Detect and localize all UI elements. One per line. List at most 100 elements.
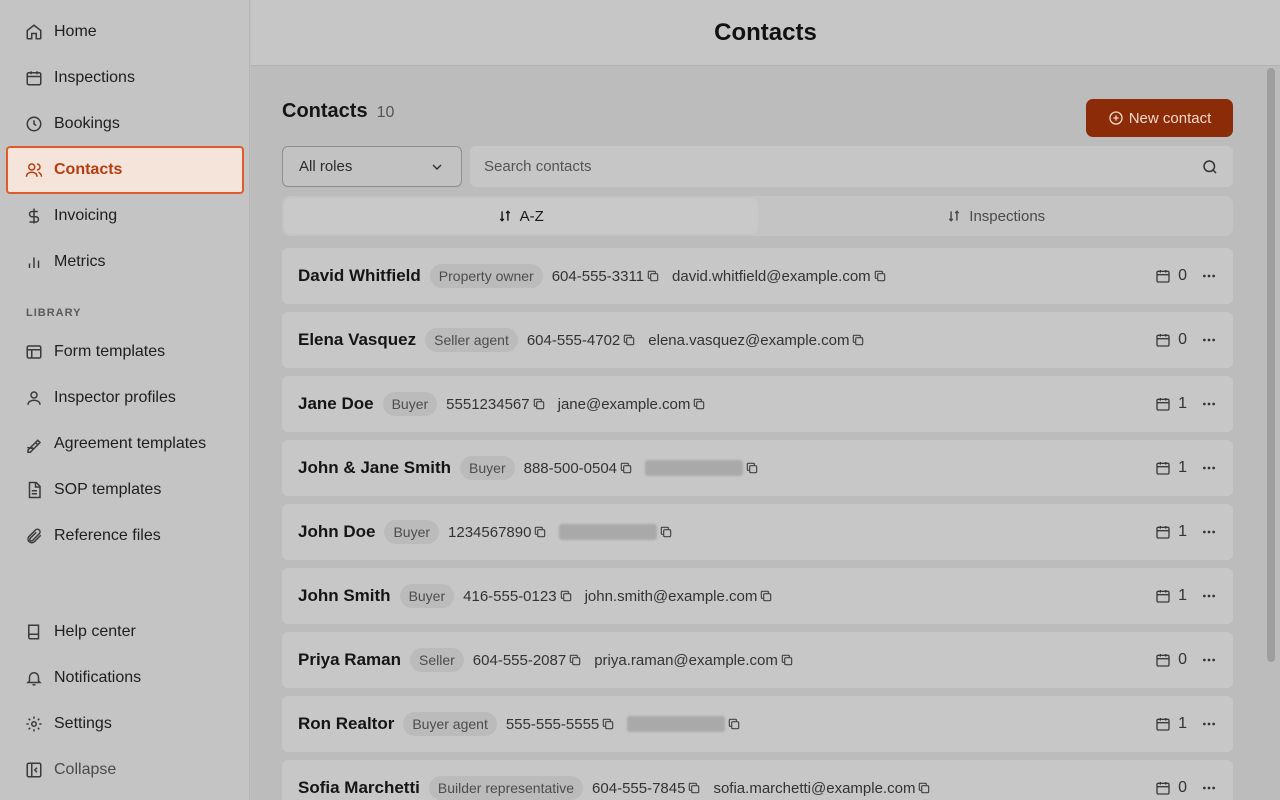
more-options-icon[interactable] [1201,524,1217,540]
table-row[interactable]: Priya Raman Seller 604-555-2087 priya.ra… [282,632,1233,688]
scrollbar[interactable] [1267,68,1275,662]
role-badge: Seller agent [425,328,518,352]
copy-icon[interactable] [780,653,794,667]
collapse-icon [24,760,44,780]
sort-tab-a-z[interactable]: A-Z [284,198,758,234]
contact-email-group: priya.raman@example.com [594,652,794,669]
more-options-icon[interactable] [1201,332,1217,348]
more-options-icon[interactable] [1201,396,1217,412]
role-filter-select[interactable]: All roles [282,146,462,187]
table-row[interactable]: John & Jane Smith Buyer 888-500-0504 1 [282,440,1233,496]
home-icon [24,22,44,42]
sidebar-item-agreement-templates[interactable]: Agreement templates [6,421,244,467]
sidebar-item-label: Help center [54,623,136,640]
contact-name[interactable]: John & Jane Smith [298,458,451,478]
contact-name[interactable]: Priya Raman [298,650,401,670]
more-options-icon[interactable] [1201,780,1217,796]
table-row[interactable]: Elena Vasquez Seller agent 604-555-4702 … [282,312,1233,368]
sidebar-item-form-templates[interactable]: Form templates [6,329,244,375]
sidebar-item-label: Agreement templates [54,435,207,452]
sidebar-item-collapse[interactable]: Collapse [6,747,244,793]
contacts-header: Contacts 10 [282,100,394,123]
contact-name[interactable]: Jane Doe [298,394,374,414]
sidebar-item-contacts[interactable]: Contacts [6,146,244,194]
copy-icon[interactable] [532,397,546,411]
sort-tab-inspections[interactable]: Inspections [760,196,1234,236]
sidebar-item-home[interactable]: Home [6,9,244,55]
sidebar-item-settings[interactable]: Settings [6,701,244,747]
calendar-icon [1156,718,1170,731]
role-filter-value: All roles [299,158,353,175]
contact-name[interactable]: Elena Vasquez [298,330,416,350]
copy-icon[interactable] [622,333,636,347]
copy-icon[interactable] [873,269,887,283]
table-row[interactable]: David Whitfield Property owner 604-555-3… [282,248,1233,304]
inspection-count: 1 [1178,587,1187,604]
calendar-icon [1156,526,1170,539]
role-badge: Buyer [382,392,438,416]
sidebar-item-notifications[interactable]: Notifications [6,655,244,701]
role-badge: Buyer agent [403,712,497,736]
more-options-icon[interactable] [1201,268,1217,284]
contact-name[interactable]: Ron Realtor [298,714,394,734]
more-options-icon[interactable] [1201,652,1217,668]
table-row[interactable]: John Doe Buyer 1234567890 1 [282,504,1233,560]
copy-icon[interactable] [646,269,660,283]
row-actions: 1 [1155,568,1217,624]
sidebar-item-help-center[interactable]: Help center [6,609,244,655]
contact-phone: 604-555-4702 [526,331,621,349]
sidebar-item-sop-templates[interactable]: SOP templates [6,467,244,513]
search-icon[interactable] [1201,158,1219,176]
more-options-icon[interactable] [1201,716,1217,732]
contact-name[interactable]: Sofia Marchetti [298,778,420,798]
calendar-icon [1156,590,1170,603]
copy-icon[interactable] [619,461,633,475]
sidebar-item-inspections[interactable]: Inspections [6,55,244,101]
search-box [470,146,1233,187]
table-row[interactable]: Jane Doe Buyer 5551234567 jane@example.c… [282,376,1233,432]
contact-phone-group: 416-555-0123 [463,588,572,605]
table-row[interactable]: John Smith Buyer 416-555-0123 john.smith… [282,568,1233,624]
copy-icon[interactable] [745,461,759,475]
copy-icon[interactable] [659,525,673,539]
copy-icon[interactable] [917,781,931,795]
copy-icon[interactable] [533,525,547,539]
copy-icon[interactable] [687,781,701,795]
contact-email-group [645,460,759,476]
contact-phone: 555-555-5555 [505,715,600,733]
copy-icon[interactable] [759,589,773,603]
new-contact-button[interactable]: New contact [1086,99,1233,137]
sidebar-item-metrics[interactable]: Metrics [6,239,244,285]
contact-name[interactable]: David Whitfield [298,266,421,286]
table-row[interactable]: Sofia Marchetti Builder representative 6… [282,760,1233,800]
contact-name[interactable]: John Doe [298,522,375,542]
sidebar-item-bookings[interactable]: Bookings [6,101,244,147]
contact-email: sofia.marchetti@example.com [713,779,916,797]
contact-email: priya.raman@example.com [594,651,778,669]
copy-icon[interactable] [601,717,615,731]
row-actions: 1 [1155,440,1217,496]
inspection-count: 1 [1178,523,1187,540]
row-actions: 0 [1155,632,1217,688]
search-input[interactable] [484,158,1084,175]
sidebar-item-reference-files[interactable]: Reference files [6,513,244,559]
sidebar-item-invoicing[interactable]: Invoicing [6,193,244,239]
more-options-icon[interactable] [1201,460,1217,476]
row-actions: 1 [1155,504,1217,560]
contact-email-redacted [559,524,658,540]
inspection-count: 1 [1178,715,1187,732]
contact-name[interactable]: John Smith [298,586,391,606]
sort-icon [499,210,510,222]
sidebar-item-inspector-profiles[interactable]: Inspector profiles [6,375,244,421]
sidebar-item-label: Form templates [54,343,166,360]
copy-icon[interactable] [727,717,741,731]
copy-icon[interactable] [559,589,573,603]
contact-phone-group: 1234567890 [448,524,547,541]
copy-icon[interactable] [692,397,706,411]
contact-email: david.whitfield@example.com [672,267,871,285]
table-row[interactable]: Ron Realtor Buyer agent 555-555-5555 1 [282,696,1233,752]
more-options-icon[interactable] [1201,588,1217,604]
copy-icon[interactable] [568,653,582,667]
copy-icon[interactable] [851,333,865,347]
role-badge: Seller [410,648,464,672]
